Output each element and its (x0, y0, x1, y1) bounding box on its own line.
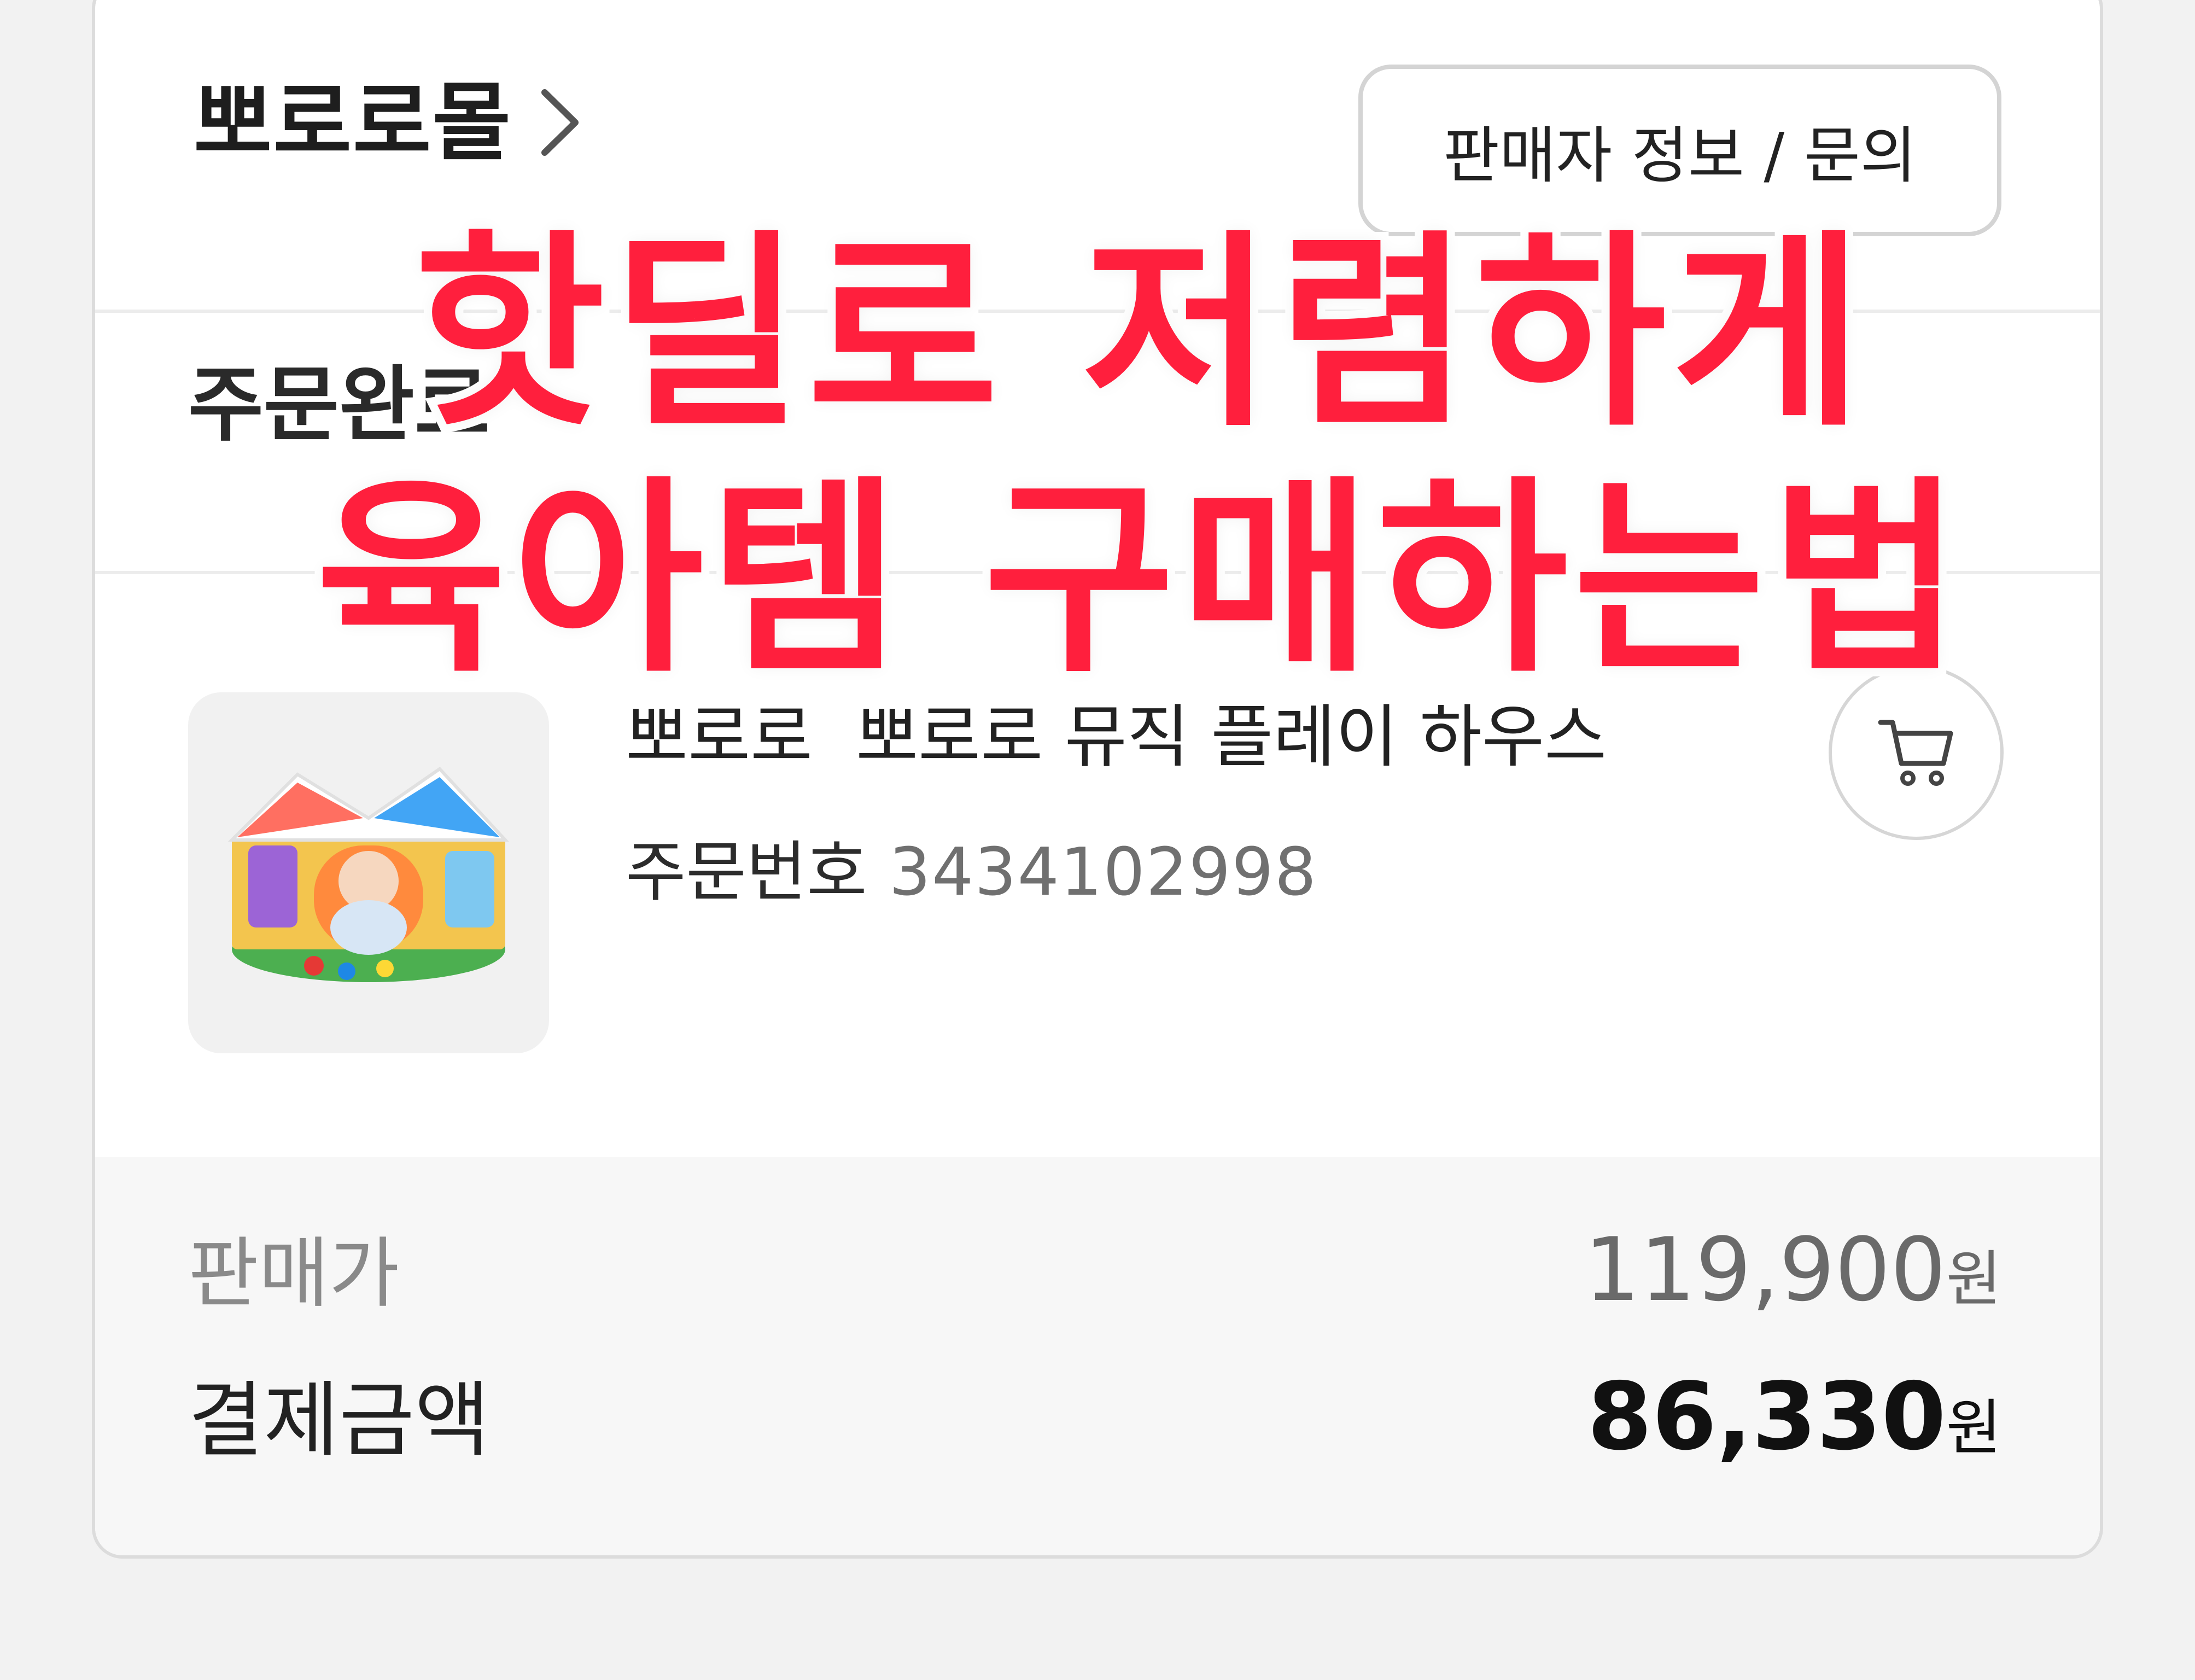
payment-amount: 86,330 (1587, 1363, 1946, 1471)
payment-value: 86,330원 (1587, 1363, 2001, 1471)
chevron-right-icon (541, 89, 579, 156)
add-to-cart-button[interactable] (1829, 665, 2004, 840)
payment-unit: 원 (1946, 1393, 2001, 1463)
product-thumbnail[interactable] (188, 692, 549, 1053)
store-link[interactable]: 뽀로로몰 (194, 80, 586, 165)
payment-label: 결제금액 (188, 1373, 491, 1468)
order-card: 뽀로로몰 판매자 정보 / 문의 주문완료 뽀로로 뽀로로 뮤직 플레이 하우스… (92, 0, 2103, 1559)
product-image (227, 767, 509, 982)
seller-info-button[interactable]: 판매자 정보 / 문의 (1358, 65, 2001, 236)
store-name: 뽀로로몰 (194, 73, 512, 172)
sale-price-amount: 119,900 (1584, 1218, 1946, 1321)
order-status: 주문완료 (188, 358, 491, 453)
order-number: 3434102998 (889, 835, 1318, 911)
cart-icon (1878, 720, 1953, 786)
divider (95, 571, 2100, 574)
product-name[interactable]: 뽀로로 뽀로로 뮤직 플레이 하우스 (626, 703, 1607, 771)
order-number-label: 주문번호 (626, 835, 867, 911)
price-summary: 판매가 119,900원 결제금액 86,330원 (95, 1157, 2100, 1555)
sale-price-label: 판매가 (188, 1229, 400, 1319)
sale-price-unit: 원 (1946, 1244, 2001, 1314)
sale-price-row: 판매가 119,900원 (188, 1212, 2001, 1322)
payment-row: 결제금액 86,330원 (188, 1354, 2001, 1473)
order-number-row: 주문번호 3434102998 (626, 840, 1317, 906)
sale-price-value: 119,900원 (1584, 1218, 2001, 1321)
divider (95, 310, 2100, 313)
